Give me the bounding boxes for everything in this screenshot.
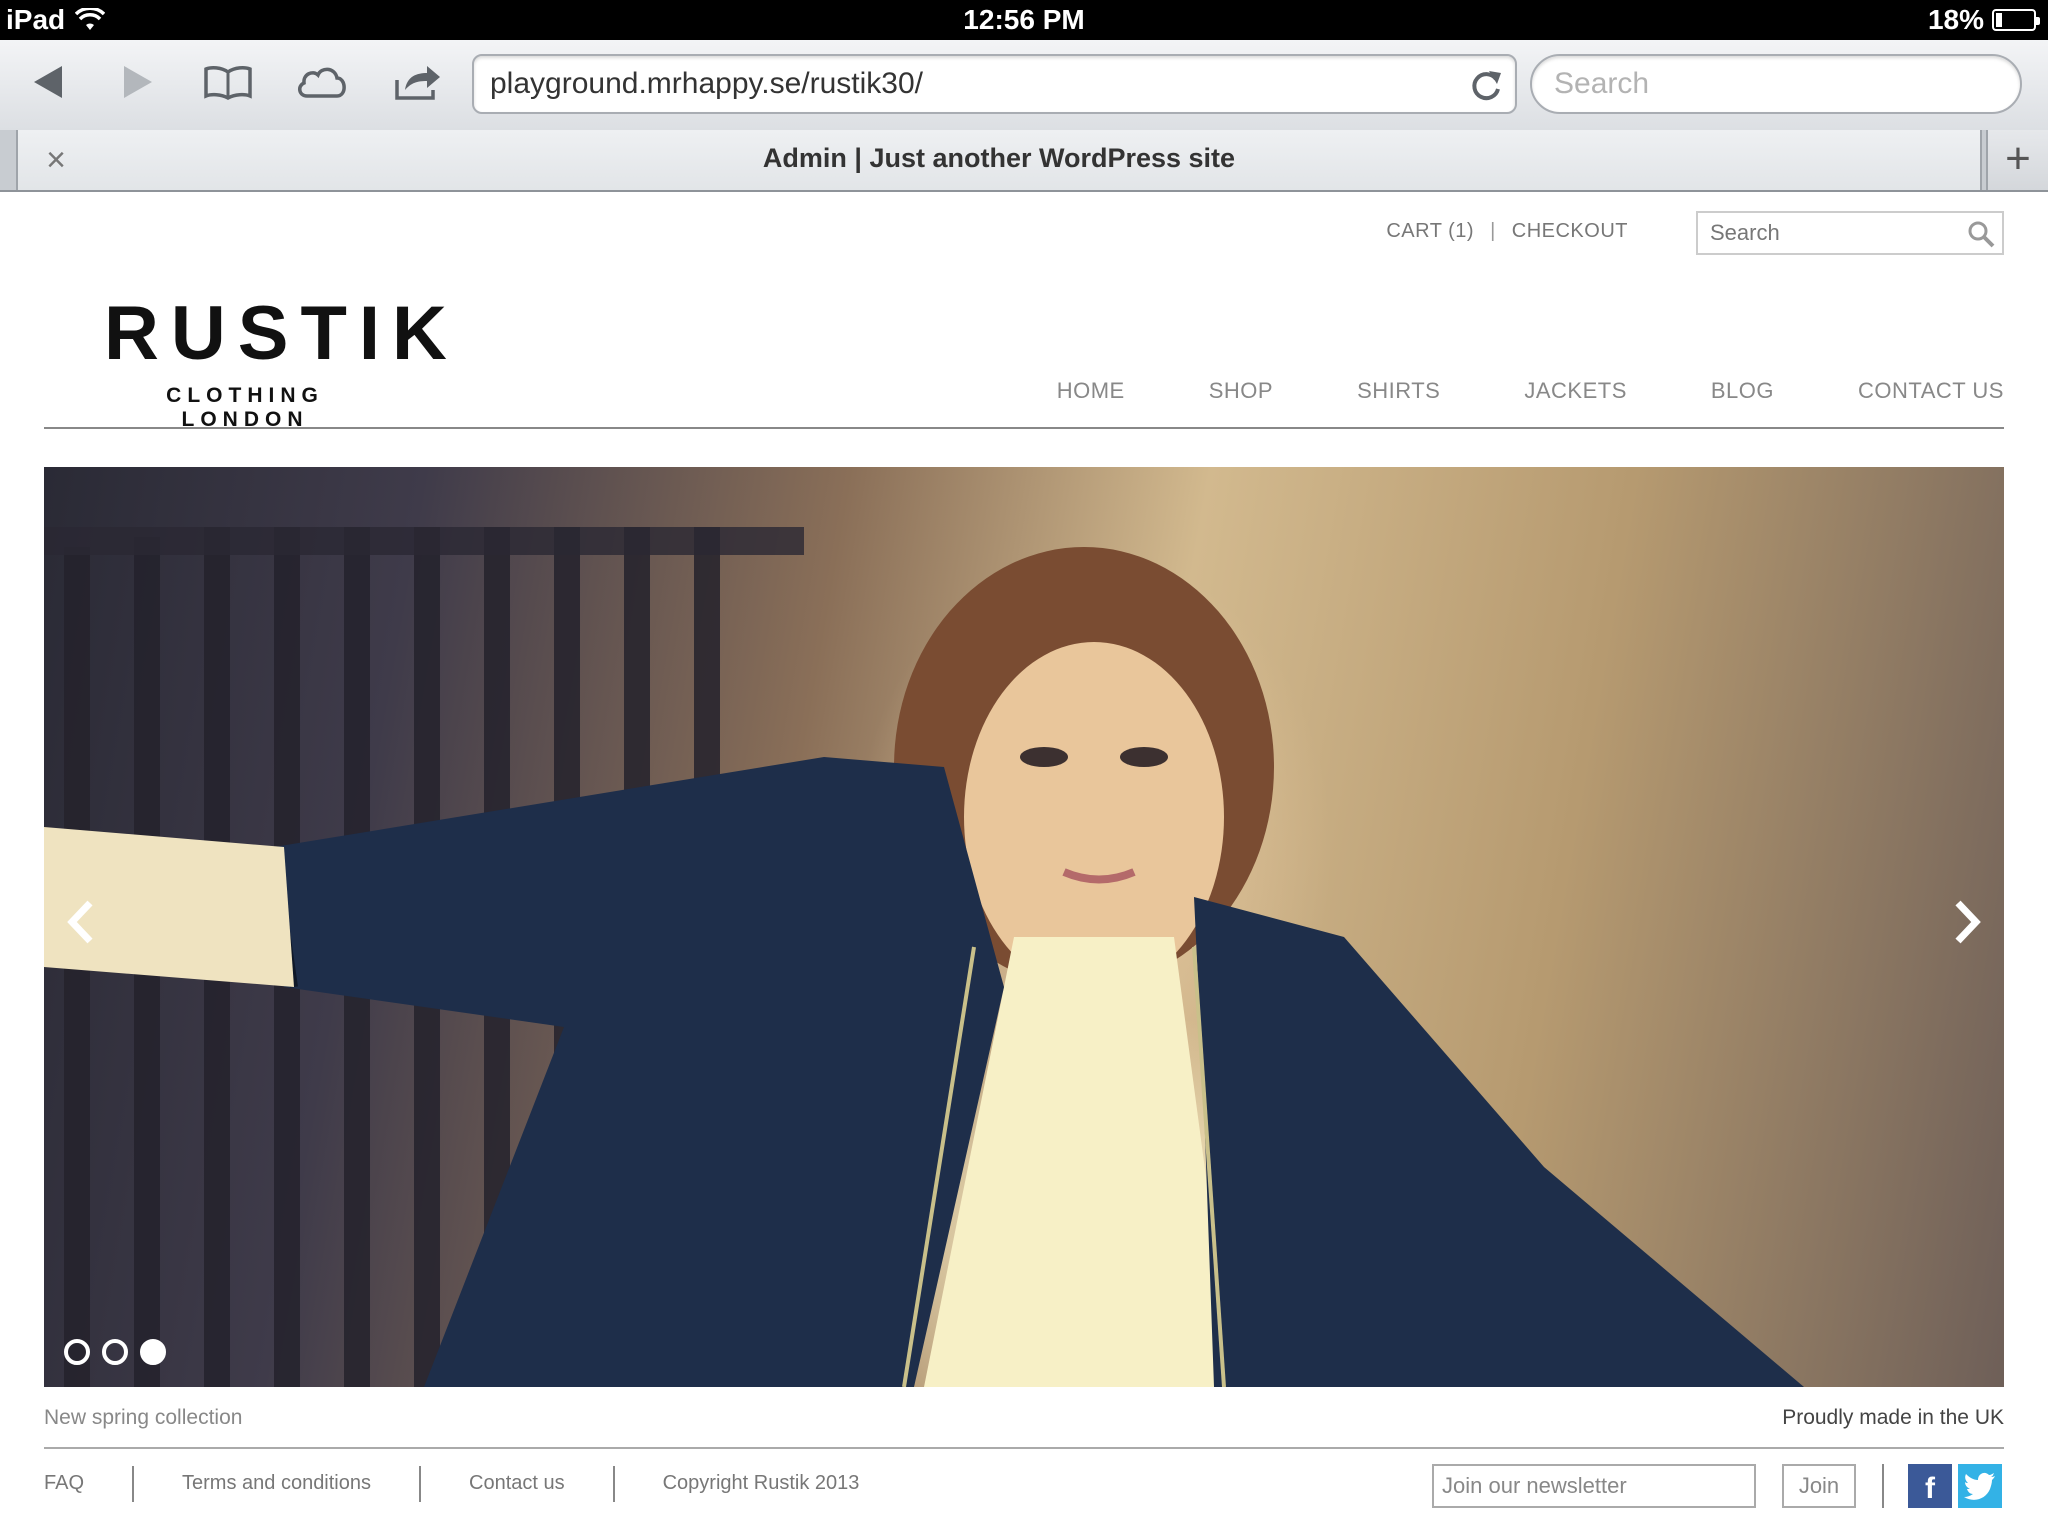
nav-shirts[interactable]: SHIRTS — [1357, 378, 1440, 404]
tab-active[interactable]: × Admin | Just another WordPress site — [16, 130, 1982, 190]
newsletter-placeholder: Join our newsletter — [1442, 1473, 1627, 1498]
nav-blog[interactable]: BLOG — [1711, 378, 1774, 404]
tab-title: Admin | Just another WordPress site — [762, 143, 1236, 173]
footer-separator — [612, 1465, 615, 1502]
newsletter-input[interactable]: Join our newsletter — [1432, 1464, 1756, 1508]
footer-separator — [419, 1465, 421, 1502]
reload-icon[interactable] — [1465, 65, 1505, 105]
tab-bar: × Admin | Just another WordPress site + — [0, 130, 2048, 192]
header-divider — [44, 427, 2004, 429]
search-icon[interactable] — [1966, 219, 1996, 249]
back-icon — [34, 66, 62, 98]
site-logo[interactable]: RUSTIK CLOTHING LONDON — [92, 291, 459, 432]
join-button[interactable]: Join — [1782, 1464, 1856, 1508]
utility-nav: CART (1) | CHECKOUT — [1386, 220, 1628, 243]
twitter-bird-icon — [1964, 1472, 1995, 1500]
browser-search-field[interactable]: Search — [1530, 54, 2022, 114]
icloud-tabs-button[interactable] — [292, 54, 352, 110]
footer-link-terms[interactable]: Terms and conditions — [182, 1464, 371, 1503]
back-button[interactable] — [18, 54, 78, 110]
hero-slider — [44, 467, 2004, 1387]
cart-link[interactable]: CART (1) — [1386, 220, 1474, 243]
nav-shop[interactable]: SHOP — [1209, 378, 1273, 404]
footer-link-contact[interactable]: Contact us — [469, 1464, 565, 1503]
browser-search-placeholder: Search — [1554, 67, 1650, 100]
slider-dot[interactable] — [102, 1339, 128, 1365]
battery-percent: 18% — [1927, 4, 1984, 35]
checkout-link[interactable]: CHECKOUT — [1512, 220, 1628, 243]
twitter-icon[interactable] — [1958, 1464, 2002, 1508]
logo-tagline: CLOTHING LONDON — [166, 384, 324, 431]
slider-prev-arrow[interactable] — [60, 897, 100, 947]
nav-home[interactable]: HOME — [1057, 378, 1125, 404]
new-tab-button[interactable]: + — [1986, 130, 2048, 190]
battery-icon — [1992, 9, 2040, 31]
browser-toolbar: playground.mrhappy.se/rustik30/ Search — [0, 40, 2048, 130]
slider-pagination — [64, 1339, 166, 1365]
slider-next-arrow[interactable] — [1948, 897, 1988, 947]
site-search-input[interactable]: Search — [1696, 211, 2004, 255]
footer-link-faq[interactable]: FAQ — [44, 1464, 84, 1503]
share-icon — [395, 66, 440, 100]
url-text: playground.mrhappy.se/rustik30/ — [490, 67, 924, 100]
footer-links: FAQ Terms and conditions Contact us Copy… — [44, 1464, 859, 1503]
slider-dot[interactable] — [140, 1339, 166, 1365]
copyright-text: Copyright Rustik 2013 — [662, 1472, 860, 1494]
hero-caption-left: New spring collection — [44, 1406, 243, 1429]
bookmarks-button[interactable] — [198, 54, 258, 110]
main-nav: HOME SHOP SHIRTS JACKETS BLOG CONTACT US — [1057, 378, 2004, 404]
share-button[interactable] — [388, 54, 448, 110]
nav-contact-us[interactable]: CONTACT US — [1858, 378, 2004, 404]
icloud-icon — [298, 67, 346, 98]
forward-button[interactable] — [108, 54, 168, 110]
facebook-icon[interactable]: f — [1908, 1464, 1952, 1508]
footer-separator — [132, 1465, 135, 1502]
social-separator — [1882, 1464, 1884, 1508]
clock: 12:56 PM — [963, 4, 1085, 35]
forward-icon — [124, 66, 152, 98]
status-bar: iPad 12:56 PM 18% — [0, 0, 2048, 40]
hero-image — [44, 527, 1804, 1387]
bookmarks-icon — [204, 66, 252, 100]
web-page: CART (1) | CHECKOUT Search RUSTIK CLOTHI… — [0, 192, 2048, 1536]
logo-name: RUSTIK — [104, 291, 459, 376]
site-search-placeholder: Search — [1710, 220, 1780, 245]
nav-jackets[interactable]: JACKETS — [1524, 378, 1627, 404]
footer-divider — [44, 1447, 2004, 1449]
slider-dot[interactable] — [64, 1339, 90, 1365]
hero-caption-right: Proudly made in the UK — [1782, 1406, 2004, 1429]
utility-separator: | — [1490, 220, 1496, 242]
address-bar[interactable]: playground.mrhappy.se/rustik30/ — [472, 54, 1517, 114]
